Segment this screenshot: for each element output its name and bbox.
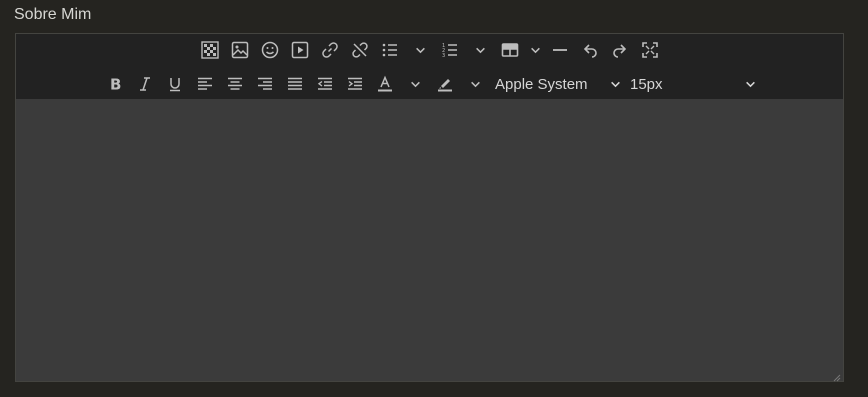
redo-icon[interactable] [609, 39, 631, 61]
chevron-down-icon [609, 73, 621, 95]
align-right-icon[interactable] [254, 73, 276, 95]
svg-text:B: B [110, 76, 121, 94]
highlight-icon[interactable] [434, 73, 456, 95]
justify-icon[interactable] [284, 73, 306, 95]
highlight-dropdown-chevron[interactable] [469, 73, 481, 95]
align-left-icon[interactable] [194, 73, 216, 95]
svg-text:3: 3 [442, 53, 445, 59]
table-dropdown-chevron[interactable] [529, 39, 541, 61]
bold-icon[interactable]: B [104, 73, 126, 95]
text-color-dropdown-chevron[interactable] [409, 73, 421, 95]
checkerboard-icon[interactable] [199, 39, 221, 61]
editor-toolbar: 1 2 3 B Apple System 15px [16, 34, 843, 99]
align-center-icon[interactable] [224, 73, 246, 95]
horizontal-rule-icon[interactable] [549, 39, 571, 61]
rich-text-editor: 1 2 3 B Apple System 15px [15, 33, 844, 382]
bullet-list-dropdown-chevron[interactable] [414, 39, 426, 61]
font-family-value: Apple System [495, 75, 588, 93]
font-family-select[interactable]: Apple System [495, 73, 621, 95]
bullet-list-icon[interactable] [379, 39, 401, 61]
text-color-icon[interactable] [374, 73, 396, 95]
emoji-icon[interactable] [259, 39, 281, 61]
underline-icon[interactable] [164, 73, 186, 95]
numbered-list-dropdown-chevron[interactable] [474, 39, 486, 61]
undo-icon[interactable] [579, 39, 601, 61]
image-icon[interactable] [229, 39, 251, 61]
font-size-value: 15px [630, 75, 663, 93]
video-icon[interactable] [289, 39, 311, 61]
chevron-down-icon [744, 73, 756, 95]
editor-content-area[interactable] [16, 99, 843, 381]
italic-icon[interactable] [134, 73, 156, 95]
field-label: Sobre Mim [14, 6, 92, 23]
resize-handle-icon[interactable] [831, 369, 841, 382]
fullscreen-icon[interactable] [639, 39, 661, 61]
unlink-icon[interactable] [349, 39, 371, 61]
numbered-list-icon[interactable]: 1 2 3 [439, 39, 461, 61]
font-size-select[interactable]: 15px [630, 73, 756, 95]
link-icon[interactable] [319, 39, 341, 61]
outdent-icon[interactable] [314, 73, 336, 95]
table-icon[interactable] [499, 39, 521, 61]
indent-icon[interactable] [344, 73, 366, 95]
